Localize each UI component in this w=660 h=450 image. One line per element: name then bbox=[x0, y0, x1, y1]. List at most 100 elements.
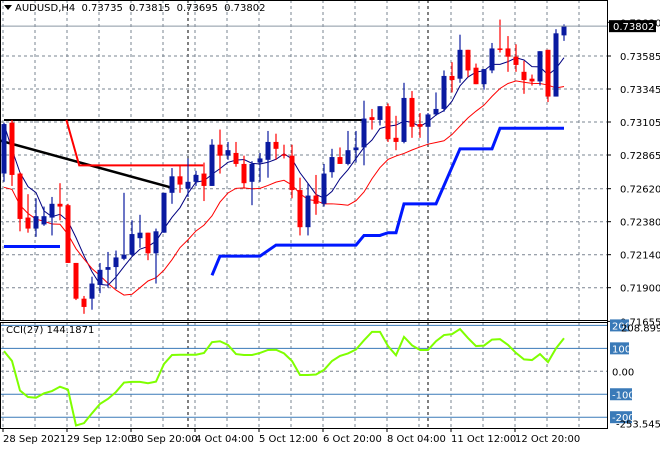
candle-body bbox=[81, 298, 87, 307]
candle-body bbox=[313, 195, 319, 204]
candle-body bbox=[513, 56, 519, 65]
cci-min-label: -253.5454 bbox=[616, 419, 660, 430]
candle-body bbox=[321, 173, 327, 204]
candle-body bbox=[489, 48, 495, 71]
candle-body bbox=[265, 141, 271, 160]
candle-body bbox=[369, 117, 375, 120]
candle-body bbox=[433, 108, 439, 115]
candle-body bbox=[121, 254, 127, 259]
candle-body bbox=[257, 158, 263, 163]
collapse-triangle-icon[interactable] bbox=[4, 5, 12, 10]
candle-body bbox=[329, 157, 335, 173]
candle-body bbox=[249, 163, 255, 182]
price-axis-label: 0.73105 bbox=[620, 118, 660, 129]
cci-max-label: 208.8992 bbox=[621, 323, 660, 334]
candle-body bbox=[25, 217, 31, 229]
price-axis-label: 0.71900 bbox=[620, 284, 660, 295]
candle-body bbox=[361, 118, 367, 148]
candle-body bbox=[97, 269, 103, 285]
low-price: 0.73695 bbox=[176, 3, 218, 14]
candle-body bbox=[337, 157, 343, 164]
cci-level-label: 0.00 bbox=[612, 367, 634, 378]
candle-body bbox=[193, 174, 199, 182]
close-price: 0.73802 bbox=[224, 3, 266, 14]
candle-body bbox=[529, 78, 535, 82]
cci-level-label: 100 bbox=[612, 344, 631, 355]
candle-body bbox=[33, 216, 39, 229]
chart-header: AUDUSD,H4 0.73735 0.73815 0.73695 0.7380… bbox=[4, 3, 268, 14]
candle-body bbox=[441, 75, 447, 109]
candle-body bbox=[353, 147, 359, 151]
candle-body bbox=[505, 48, 511, 57]
time-axis-label: 29 Sep 12:00 bbox=[67, 434, 134, 445]
high-price: 0.73815 bbox=[129, 3, 171, 14]
candle-body bbox=[73, 262, 79, 299]
candle-body bbox=[425, 114, 431, 127]
cci-level-label: -100 bbox=[612, 390, 635, 401]
candle-body bbox=[1, 124, 7, 174]
candle-body bbox=[553, 33, 559, 97]
candle-body bbox=[481, 69, 487, 85]
price-axis-label: 0.72620 bbox=[620, 185, 660, 196]
candle-body bbox=[9, 122, 15, 175]
candle-body bbox=[401, 97, 407, 142]
trailing-stop-line bbox=[210, 126, 564, 276]
candle-body bbox=[129, 234, 135, 255]
price-axis-label: 0.72865 bbox=[620, 151, 660, 162]
candle-body bbox=[41, 216, 47, 225]
candle-body bbox=[289, 155, 295, 191]
time-axis-label: 12 Oct 20:00 bbox=[515, 434, 580, 445]
price-axis-label: 0.72140 bbox=[620, 251, 660, 262]
candle-body bbox=[145, 232, 151, 254]
candle-body bbox=[65, 205, 71, 263]
candle-body bbox=[185, 181, 191, 189]
candle-body bbox=[153, 231, 159, 254]
trend-line bbox=[0, 139, 171, 189]
candle-body bbox=[209, 144, 215, 186]
candle-body bbox=[169, 176, 175, 193]
cci-title: CCI(27) 144.1871 bbox=[6, 325, 95, 336]
candle-body bbox=[385, 106, 391, 140]
candle-body bbox=[473, 67, 479, 85]
candle-body bbox=[449, 75, 455, 81]
candle-body bbox=[497, 48, 503, 50]
candle-body bbox=[105, 267, 111, 270]
candle-body bbox=[537, 51, 543, 82]
candle-body bbox=[177, 176, 183, 185]
candle-body bbox=[561, 26, 567, 36]
time-axis-label: 11 Oct 12:00 bbox=[451, 434, 516, 445]
time-axis-label: 6 Oct 20:00 bbox=[323, 434, 382, 445]
price-axis-label: 0.72380 bbox=[620, 218, 660, 229]
candle-body bbox=[57, 203, 63, 207]
candle-body bbox=[297, 190, 303, 228]
current-price-label: 0.73802 bbox=[613, 22, 654, 33]
candle-body bbox=[465, 49, 471, 71]
candle-body bbox=[305, 195, 311, 228]
candle-body bbox=[233, 152, 239, 164]
candle-body bbox=[417, 124, 423, 127]
candle-body bbox=[217, 144, 223, 156]
open-price: 0.73735 bbox=[81, 3, 123, 14]
cci-line bbox=[3, 327, 565, 427]
moving-average-fast bbox=[3, 57, 565, 286]
candle-body bbox=[113, 257, 119, 268]
candle-body bbox=[137, 232, 143, 239]
candle-body bbox=[393, 137, 399, 142]
candle-body bbox=[377, 106, 383, 120]
candle-body bbox=[89, 283, 95, 299]
time-axis-label: 4 Oct 04:00 bbox=[195, 434, 254, 445]
candle-body bbox=[201, 173, 207, 186]
candle-body bbox=[17, 173, 23, 219]
candle-body bbox=[225, 150, 231, 156]
candle-body bbox=[273, 141, 279, 149]
price-axis-label: 0.73345 bbox=[620, 85, 660, 96]
candle-body bbox=[281, 154, 287, 156]
time-axis-label: 5 Oct 12:00 bbox=[259, 434, 318, 445]
candle-body bbox=[161, 192, 167, 233]
price-axis-label: 0.73585 bbox=[620, 52, 660, 63]
chart-canvas[interactable]: 0.738300.735850.733450.731050.728650.726… bbox=[0, 0, 660, 450]
candle-body bbox=[409, 97, 415, 127]
candle-body bbox=[241, 163, 247, 184]
symbol-label: AUDUSD,H4 bbox=[15, 3, 76, 14]
candle-body bbox=[49, 203, 55, 218]
